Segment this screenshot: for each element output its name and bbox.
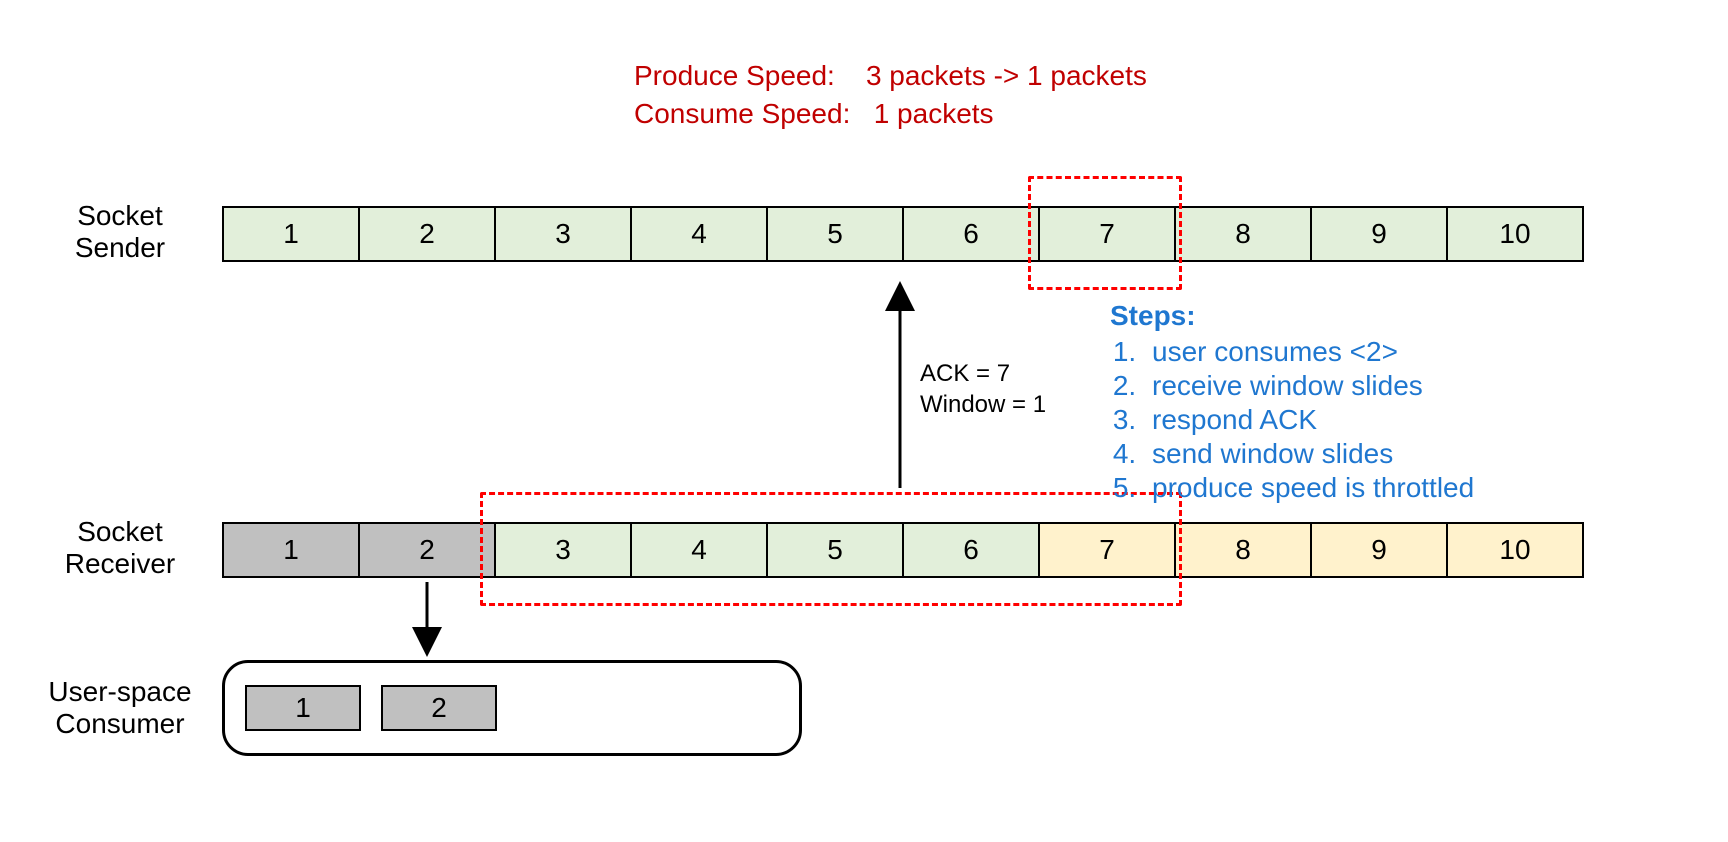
steps-list: user consumes <2> receive window slides … bbox=[1144, 336, 1670, 504]
ack-info: ACK = 7 Window = 1 bbox=[920, 358, 1046, 420]
sender-cell: 6 bbox=[902, 206, 1040, 262]
sender-label-line1: Socket bbox=[55, 200, 185, 232]
receiver-label-line1: Socket bbox=[50, 516, 190, 548]
consume-speed-value: 1 packets bbox=[874, 98, 994, 129]
receiver-label-line2: Receiver bbox=[50, 548, 190, 580]
sender-cell: 4 bbox=[630, 206, 768, 262]
ack-line: ACK = 7 bbox=[920, 358, 1046, 389]
produce-speed-value: 3 packets -> 1 packets bbox=[866, 60, 1147, 91]
consume-speed: Consume Speed: 1 packets bbox=[634, 98, 994, 130]
sender-cell: 1 bbox=[222, 206, 360, 262]
consumer-label: User-space Consumer bbox=[40, 676, 200, 740]
window-line: Window = 1 bbox=[920, 389, 1046, 420]
consumer-item: 1 bbox=[245, 685, 361, 731]
sender-cell: 2 bbox=[358, 206, 496, 262]
receiver-cell: 1 bbox=[222, 522, 360, 578]
sender-cell: 10 bbox=[1446, 206, 1584, 262]
steps-title: Steps: bbox=[1110, 300, 1670, 332]
consumer-item: 2 bbox=[381, 685, 497, 731]
consumer-box: 1 2 bbox=[222, 660, 802, 756]
step-item: receive window slides bbox=[1144, 370, 1670, 402]
sender-label-line2: Sender bbox=[55, 232, 185, 264]
consumer-label-line1: User-space bbox=[40, 676, 200, 708]
receiver-label: Socket Receiver bbox=[50, 516, 190, 580]
receiver-cell: 9 bbox=[1310, 522, 1448, 578]
sender-label: Socket Sender bbox=[55, 200, 185, 264]
receive-window-box bbox=[480, 492, 1182, 606]
send-window-box bbox=[1028, 176, 1182, 290]
receiver-cell: 2 bbox=[358, 522, 496, 578]
sender-row: 1 2 3 4 5 6 7 8 9 10 bbox=[222, 206, 1582, 262]
sender-cell: 9 bbox=[1310, 206, 1448, 262]
step-item: produce speed is throttled bbox=[1144, 472, 1670, 504]
sender-cell: 5 bbox=[766, 206, 904, 262]
diagram-stage: Produce Speed: 3 packets -> 1 packets Co… bbox=[0, 0, 1728, 842]
step-item: respond ACK bbox=[1144, 404, 1670, 436]
sender-cell: 8 bbox=[1174, 206, 1312, 262]
receiver-cell: 8 bbox=[1174, 522, 1312, 578]
step-item: user consumes <2> bbox=[1144, 336, 1670, 368]
consumer-label-line2: Consumer bbox=[40, 708, 200, 740]
ack-arrow bbox=[880, 290, 920, 490]
sender-cell: 3 bbox=[494, 206, 632, 262]
consume-speed-label: Consume Speed: bbox=[634, 98, 850, 129]
receiver-cell: 10 bbox=[1446, 522, 1584, 578]
produce-speed: Produce Speed: 3 packets -> 1 packets bbox=[634, 60, 1147, 92]
step-item: send window slides bbox=[1144, 438, 1670, 470]
consume-arrow bbox=[407, 580, 447, 650]
produce-speed-label: Produce Speed: bbox=[634, 60, 835, 91]
steps-block: Steps: user consumes <2> receive window … bbox=[1110, 300, 1670, 506]
